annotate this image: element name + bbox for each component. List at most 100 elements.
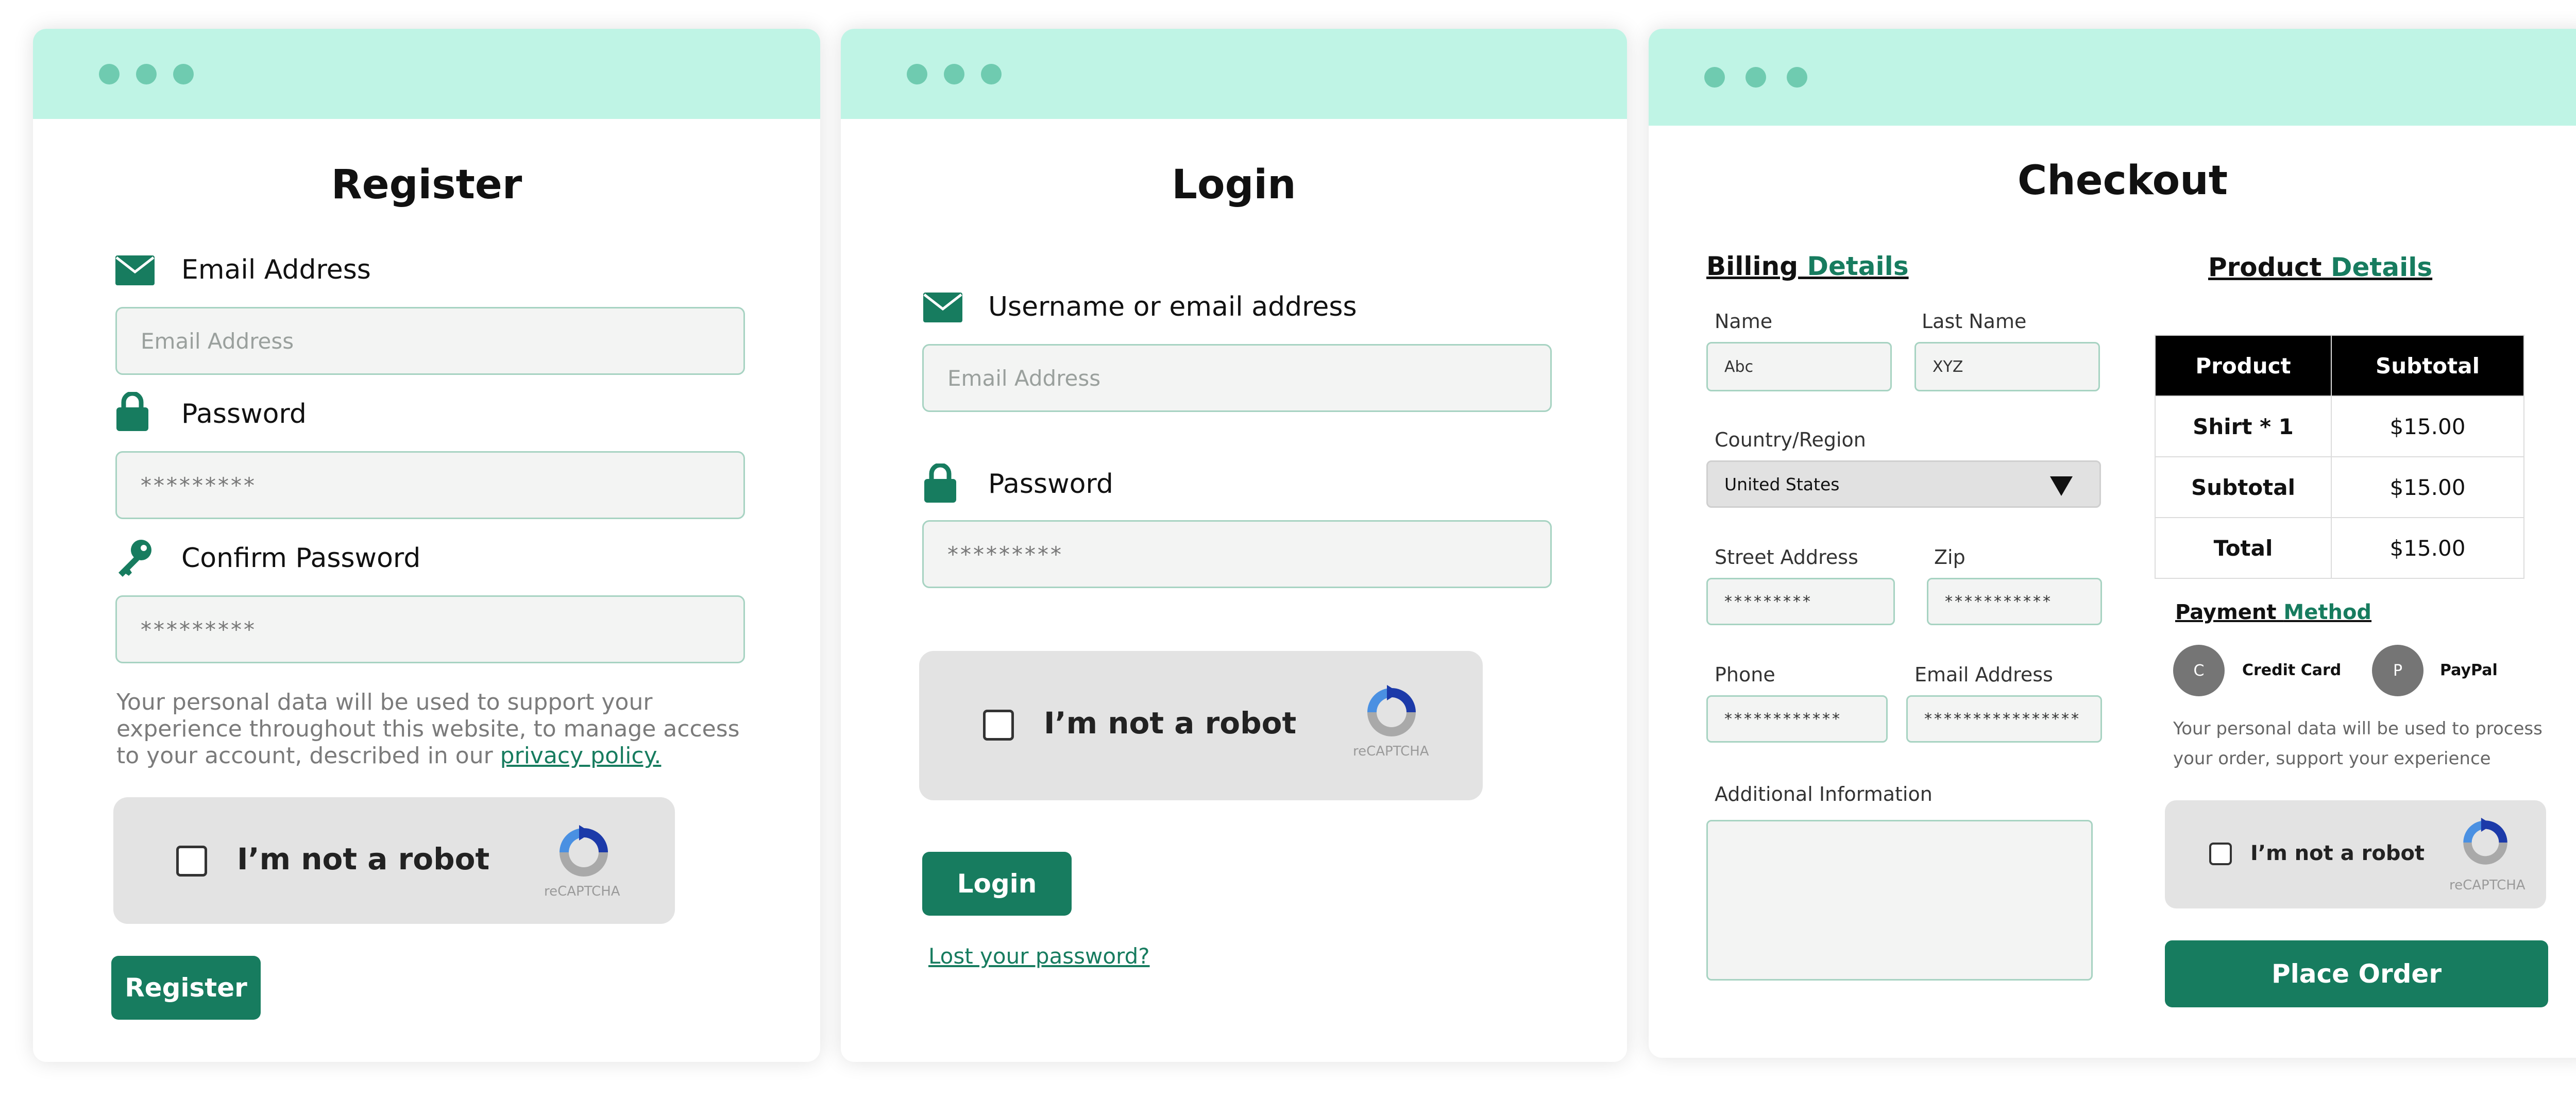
window-dot (1745, 67, 1766, 88)
payment-heading-word: Payment (2175, 600, 2277, 624)
payment-note: Your personal data will be used to proce… (2173, 718, 2543, 769)
login-button[interactable]: Login (922, 852, 1072, 916)
column-header-subtotal: Subtotal (2331, 335, 2524, 397)
password-value: ********* (141, 472, 257, 498)
place-order-button[interactable]: Place Order (2165, 940, 2548, 1007)
paypal-label: PayPal (2440, 661, 2498, 679)
table-cell: Shirt * 1 (2155, 396, 2332, 457)
zip-input[interactable]: *********** (1927, 578, 2102, 625)
country-select[interactable]: United States (1706, 460, 2101, 508)
product-details-heading: Product Details (2208, 252, 2432, 282)
table-row: Total $15.00 (2155, 517, 2524, 579)
recaptcha-widget: I’m not a robot reCAPTCHA (919, 651, 1483, 800)
zip-value: *********** (1945, 592, 2053, 611)
window-dot (981, 64, 1002, 84)
recaptcha-brand: reCAPTCHA (2449, 878, 2526, 893)
email-input[interactable]: Email Address (115, 307, 745, 375)
last-name-label: Last Name (1922, 310, 2027, 333)
product-heading-word: Product (2208, 252, 2322, 282)
phone-value: ************ (1724, 710, 1842, 728)
register-card: Register Email Address Email Address Pas… (33, 29, 820, 1062)
page-title: Login (1172, 162, 1296, 208)
password-input[interactable]: ********* (115, 451, 745, 519)
window-dot (99, 64, 120, 84)
recaptcha-widget: I’m not a robot reCAPTCHA (113, 797, 675, 924)
register-window-bar (33, 29, 820, 119)
password-input[interactable]: ********* (922, 520, 1552, 588)
privacy-policy-link[interactable]: privacy policy. (500, 743, 662, 769)
recaptcha-checkbox[interactable] (176, 846, 207, 877)
password-label: Password (181, 399, 307, 430)
window-dot (1704, 67, 1725, 88)
name-input[interactable]: Abc (1706, 342, 1892, 391)
billing-heading-word: Billing (1706, 251, 1799, 281)
recaptcha-checkbox[interactable] (2209, 843, 2232, 865)
checkout-card: Checkout Billing Details Name Abc Last N… (1649, 29, 2576, 1058)
billing-heading-accent: Details (1807, 251, 1909, 281)
recaptcha-label: I’m not a robot (2250, 842, 2425, 865)
username-placeholder: Email Address (947, 365, 1101, 391)
street-input[interactable]: ********* (1706, 578, 1895, 625)
confirm-password-input[interactable]: ********* (115, 595, 745, 663)
billing-details-heading: Billing Details (1706, 251, 1909, 281)
table-cell: Subtotal (2155, 456, 2332, 518)
email-input[interactable]: **************** (1906, 695, 2102, 743)
country-label: Country/Region (1715, 428, 1866, 451)
recaptcha-logo-icon (1367, 685, 1416, 736)
credit-card-option[interactable]: C (2173, 645, 2225, 696)
order-summary-table: Product Subtotal Shirt * 1 $15.00 Subtot… (2155, 335, 2524, 579)
login-card: Login Username or email address Email Ad… (841, 29, 1627, 1062)
phone-input[interactable]: ************ (1706, 695, 1888, 743)
recaptcha-logo-icon (560, 825, 608, 877)
phone-label: Phone (1715, 663, 1775, 686)
page-title: Register (331, 162, 522, 208)
envelope-icon (115, 255, 155, 285)
recaptcha-brand: reCAPTCHA (1353, 744, 1429, 759)
window-dot (944, 64, 964, 84)
envelope-icon (923, 293, 962, 322)
recaptcha-checkbox[interactable] (983, 710, 1014, 741)
table-cell: Total (2155, 517, 2332, 579)
register-button[interactable]: Register (111, 956, 261, 1020)
email-label: Email Address (181, 254, 371, 285)
recaptcha-label: I’m not a robot (1044, 706, 1297, 741)
paypal-option[interactable]: P (2372, 645, 2424, 696)
lock-icon (116, 392, 148, 431)
street-value: ********* (1724, 592, 1812, 611)
window-dot (136, 64, 157, 84)
street-label: Street Address (1715, 546, 1858, 569)
password-value: ********* (947, 541, 1063, 567)
dropdown-arrow-icon (2050, 476, 2073, 496)
product-heading-accent: Details (2331, 252, 2433, 282)
email-value: **************** (1924, 710, 2081, 728)
table-row: Shirt * 1 $15.00 (2155, 396, 2524, 457)
table-cell: $15.00 (2331, 396, 2524, 457)
name-label: Name (1715, 310, 1773, 333)
credit-card-label: Credit Card (2242, 661, 2342, 679)
last-name-value: XYZ (1933, 357, 1963, 376)
last-name-input[interactable]: XYZ (1914, 342, 2100, 391)
table-row: Subtotal $15.00 (2155, 456, 2524, 518)
recaptcha-logo-icon (2463, 817, 2507, 865)
username-label: Username or email address (988, 291, 1357, 322)
recaptcha-widget: I’m not a robot reCAPTCHA (2165, 800, 2546, 908)
additional-info-textarea[interactable] (1706, 820, 2093, 981)
recaptcha-label: I’m not a robot (237, 842, 490, 877)
confirm-password-value: ********* (141, 616, 257, 642)
window-dot (173, 64, 194, 84)
page-title: Checkout (2017, 158, 2228, 204)
privacy-note: Your personal data will be used to suppo… (116, 689, 766, 769)
confirm-password-label: Confirm Password (181, 543, 421, 574)
username-input[interactable]: Email Address (922, 344, 1552, 412)
email-label: Email Address (1914, 663, 2053, 686)
checkout-window-bar (1649, 29, 2576, 126)
table-header-row: Product Subtotal (2155, 335, 2524, 397)
lost-password-link[interactable]: Lost your password? (928, 943, 1150, 969)
email-placeholder: Email Address (141, 328, 294, 354)
lock-icon (924, 463, 956, 503)
key-icon (118, 540, 151, 577)
window-dot (1787, 67, 1807, 88)
additional-info-label: Additional Information (1715, 783, 1933, 805)
window-dot (907, 64, 927, 84)
name-value: Abc (1724, 357, 1754, 376)
